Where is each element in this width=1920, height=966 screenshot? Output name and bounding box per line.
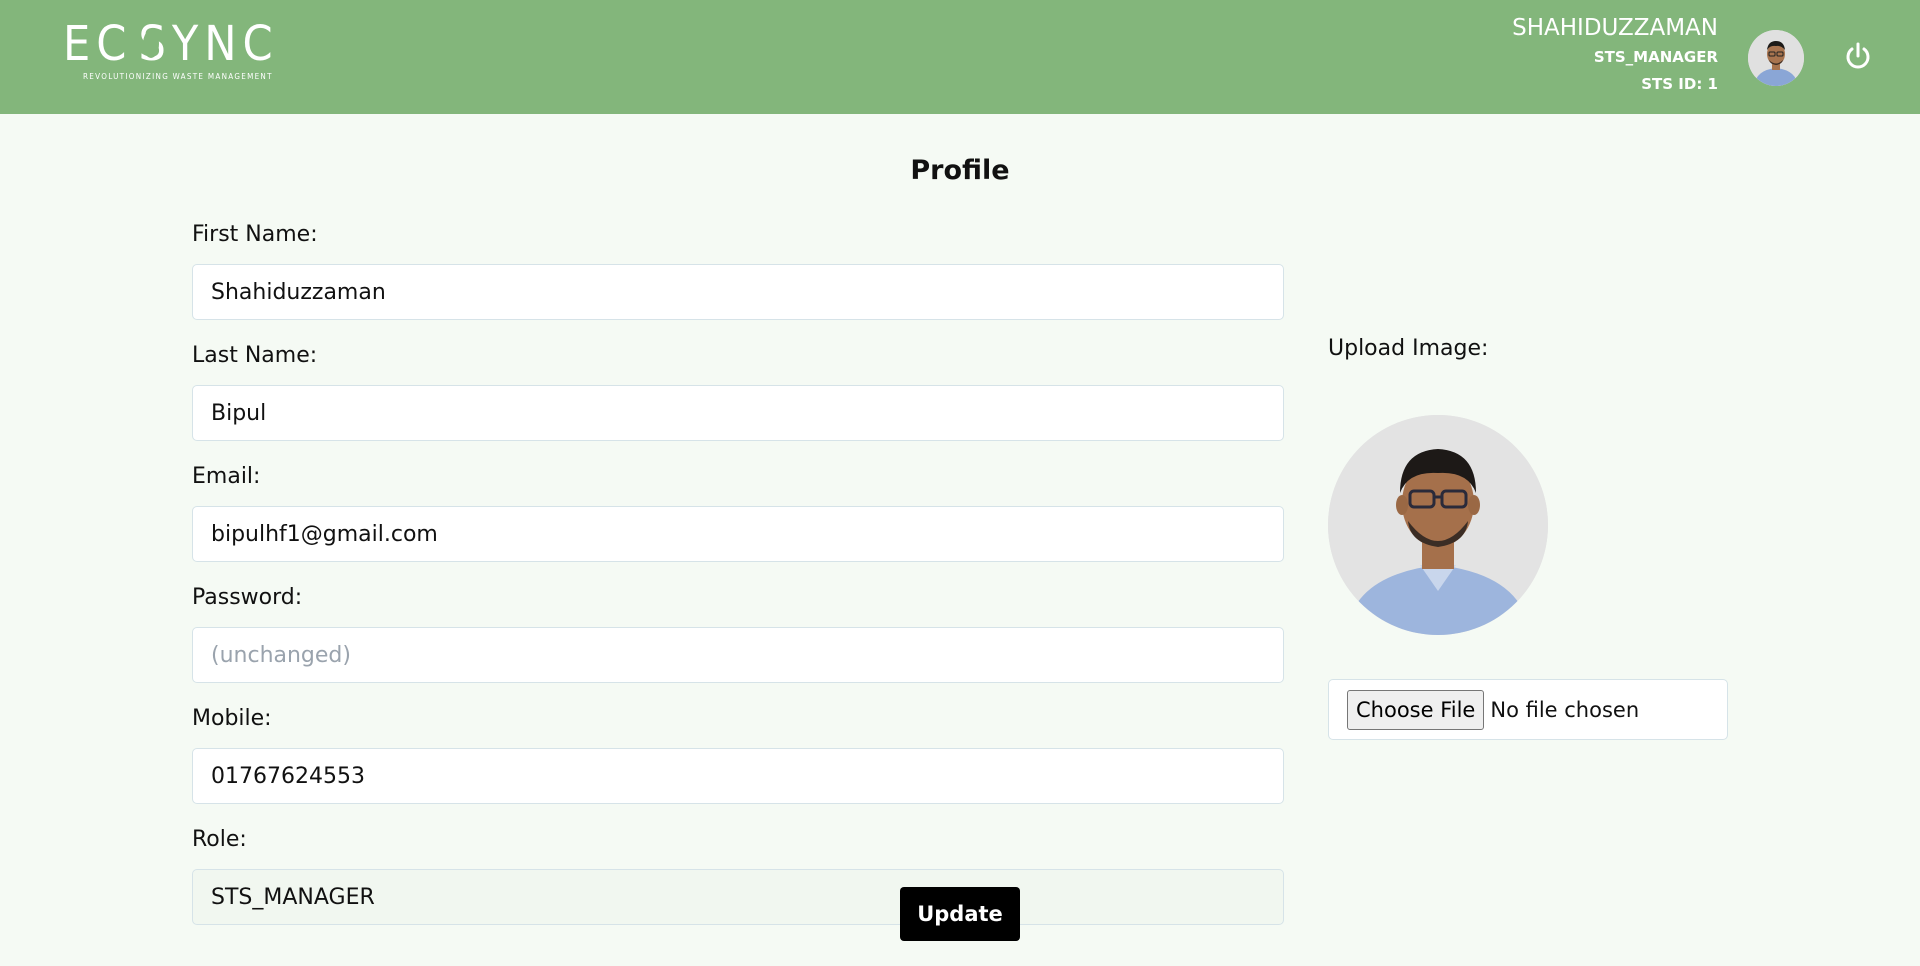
logo-text-start: EC [63, 16, 133, 72]
avatar[interactable] [1748, 30, 1804, 86]
update-button[interactable]: Update [900, 887, 1020, 941]
email-label: Email: [192, 464, 261, 489]
power-icon [1846, 42, 1870, 69]
first-name-label: First Name: [192, 222, 318, 247]
top-header: EC SYNC REVOLUTIONIZING WASTE MANAGEMENT … [0, 0, 1920, 114]
last-name-input[interactable] [192, 385, 1284, 441]
logo-text-end: SYNC [138, 16, 279, 72]
page-title: Profile [910, 155, 1010, 186]
mobile-input[interactable] [192, 748, 1284, 804]
ecosync-logo[interactable]: EC SYNC REVOLUTIONIZING WASTE MANAGEMENT [63, 18, 273, 90]
mobile-label: Mobile: [192, 706, 272, 731]
upload-image-label: Upload Image: [1328, 336, 1489, 361]
first-name-input[interactable] [192, 264, 1284, 320]
role-label: Role: [192, 827, 247, 852]
last-name-label: Last Name: [192, 343, 318, 368]
profile-form: First Name: Last Name: Email: Password: … [192, 220, 1284, 946]
logo-wordmark: EC SYNC [63, 18, 273, 70]
role-input [192, 869, 1284, 925]
user-info: SHAHIDUZZAMAN STS_MANAGER STS ID: 1 [1512, 14, 1718, 93]
user-name: SHAHIDUZZAMAN [1512, 15, 1718, 41]
profile-photo-image [1328, 415, 1548, 635]
logo-tagline: REVOLUTIONIZING WASTE MANAGEMENT [83, 72, 273, 81]
user-role: STS_MANAGER [1593, 48, 1718, 66]
password-input[interactable] [192, 627, 1284, 683]
file-upload-field: Choose File No file chosen [1328, 679, 1728, 740]
logout-button[interactable] [1842, 40, 1874, 72]
avatar-icon [1748, 30, 1804, 86]
file-status: No file chosen [1490, 697, 1640, 722]
email-input[interactable] [192, 506, 1284, 562]
profile-photo [1328, 415, 1548, 635]
choose-file-button[interactable]: Choose File [1347, 689, 1485, 730]
sts-id: STS ID: 1 [1641, 75, 1718, 93]
password-label: Password: [192, 585, 303, 610]
